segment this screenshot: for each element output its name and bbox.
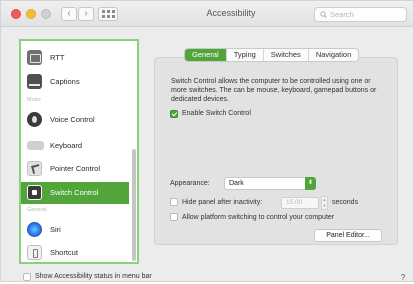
sidebar-item-siri[interactable]: Siri [21,219,129,241]
sidebar-item-rtt[interactable]: RTT [21,47,129,69]
tab-navigation[interactable]: Navigation [307,49,358,61]
voice-control-icon [27,112,42,127]
sidebar-item-captions[interactable]: Captions [21,71,129,93]
section-label-general: General [27,207,47,213]
sidebar-scrollbar[interactable] [132,149,136,261]
sidebar-item-label: Switch Control [50,188,99,197]
shortcut-icon [27,245,42,260]
enable-switch-control-checkbox[interactable] [170,110,178,118]
sidebar-item-label: Keyboard [50,141,83,150]
forward-button[interactable]: › [78,7,94,21]
sidebar-item-pointer-control[interactable]: Pointer Control [21,158,129,180]
sidebar-item-switch-control[interactable]: Switch Control [21,182,129,204]
sidebar-item-label: Captions [50,77,80,86]
siri-icon [27,222,42,237]
panel-editor-button[interactable]: Panel Editor... [314,229,382,242]
tab-general[interactable]: General [185,49,226,61]
sidebar-item-keyboard[interactable]: Keyboard [21,135,129,157]
allow-platform-switching-label: Allow platform switching to control your… [182,214,335,221]
sidebar-item-label: Shortcut [50,248,78,257]
keyboard-icon [27,141,44,150]
appearance-select[interactable]: Dark ⬍ [224,177,316,190]
appearance-value: Dark [229,180,244,187]
close-window-button[interactable] [11,9,21,19]
search-icon [320,11,327,18]
show-status-checkbox[interactable] [23,273,31,281]
tab-typing[interactable]: Typing [225,49,263,61]
hide-panel-checkbox[interactable] [170,198,178,206]
allow-platform-switching-checkbox[interactable] [170,213,178,221]
inactivity-stepper[interactable]: ▲ ▼ [321,196,328,210]
rtt-icon [27,50,42,65]
switch-control-icon [27,185,42,200]
section-label-motor: Motor [27,97,42,103]
help-button[interactable]: ? [397,272,409,284]
pointer-control-icon [27,161,42,176]
sidebar: RTT Captions Motor Voice Control Keyboar… [19,39,139,264]
sidebar-item-shortcut[interactable]: Shortcut [21,242,129,262]
back-button[interactable]: ‹ [61,7,77,21]
search-field[interactable]: Search [314,7,407,22]
search-placeholder: Search [330,10,354,19]
zoom-window-button[interactable] [41,9,51,19]
chevron-updown-icon: ⬍ [305,177,316,190]
sidebar-item-voice-control[interactable]: Voice Control [21,109,129,131]
seconds-label: seconds [332,199,359,206]
window-title: Accessibility [206,8,256,18]
inactivity-seconds-field[interactable]: 15.00 [281,197,319,209]
show-all-grid-button[interactable] [98,7,118,21]
sidebar-item-label: Siri [50,225,61,234]
tab-bar: General Typing Switches Navigation [184,48,360,62]
show-status-label: Show Accessibility status in menu bar [35,273,152,280]
minimize-window-button[interactable] [26,9,36,19]
captions-icon [27,74,42,89]
appearance-label: Appearance: [170,180,210,187]
accessibility-window: ‹ › Accessibility Search RTT Captions Mo… [0,0,414,282]
switch-control-description: Switch Control allows the computer to be… [171,78,377,103]
sidebar-item-label: RTT [50,53,65,62]
enable-switch-control-label: Enable Switch Control [182,110,251,117]
sidebar-item-label: Pointer Control [50,164,101,173]
hide-panel-label: Hide panel after inactivity: [182,199,263,206]
title-bar: ‹ › Accessibility Search [1,1,413,27]
tab-switches[interactable]: Switches [262,49,308,61]
sidebar-item-label: Voice Control [50,115,95,124]
